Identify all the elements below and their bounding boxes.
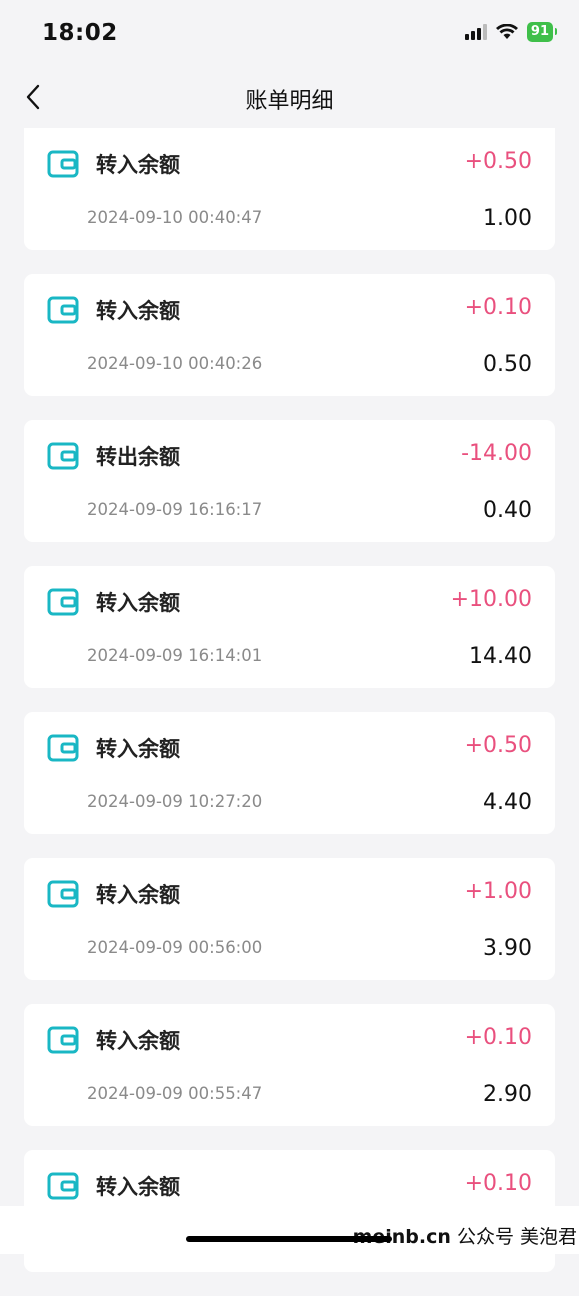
- bill-list: 转入余额 +0.50 2024-09-10 00:40:47 1.00 转入余额…: [24, 128, 555, 1296]
- nav-bar: 账单明细: [0, 70, 579, 128]
- record-amount: +1.00: [464, 879, 532, 904]
- wifi-icon: [495, 24, 518, 39]
- battery-icon: 91: [526, 22, 558, 42]
- wallet-icon: [47, 1172, 79, 1200]
- bill-record[interactable]: 转入余额 +0.50 2024-09-10 00:40:47 1.00: [24, 128, 555, 250]
- record-title: 转入余额: [96, 883, 180, 907]
- record-time: 2024-09-09 10:27:20: [87, 792, 263, 811]
- record-time: 2024-09-10 00:40:26: [87, 354, 263, 373]
- page-title: 账单明细: [245, 89, 334, 114]
- bill-record[interactable]: 转入余额 +1.00 2024-09-09 00:56:00 3.90: [24, 858, 555, 980]
- wallet-icon: [47, 734, 79, 762]
- bill-record[interactable]: 转出余额 -14.00 2024-09-09 16:16:17 0.40: [24, 420, 555, 542]
- record-title: 转入余额: [96, 737, 180, 761]
- bill-record[interactable]: 转入余额 +0.10 2024-09-10 00:40:26 0.50: [24, 274, 555, 396]
- record-amount: +0.10: [464, 1171, 532, 1196]
- record-amount: +0.50: [464, 149, 532, 174]
- record-balance: 0.40: [483, 498, 532, 523]
- status-icons: 91: [464, 22, 558, 42]
- signal-icon: [464, 24, 487, 40]
- record-title: 转入余额: [96, 1029, 180, 1053]
- home-indicator[interactable]: [186, 1236, 392, 1242]
- record-balance: 14.40: [469, 644, 532, 669]
- wallet-icon: [47, 296, 79, 324]
- wallet-icon: [47, 880, 79, 908]
- record-balance: 4.40: [483, 790, 532, 815]
- record-title: 转入余额: [96, 1175, 180, 1199]
- status-time: 18:02: [42, 20, 118, 46]
- record-amount: +10.00: [450, 587, 532, 612]
- record-amount: +0.10: [464, 295, 532, 320]
- record-balance: 0.50: [483, 352, 532, 377]
- bill-record[interactable]: 转入余额 +10.00 2024-09-09 16:14:01 14.40: [24, 566, 555, 688]
- record-amount: +0.10: [464, 1025, 532, 1050]
- status-bar: 18:02 91: [0, 0, 579, 70]
- record-time: 2024-09-09 00:55:47: [87, 1084, 263, 1103]
- record-time: 2024-09-09 16:14:01: [87, 646, 263, 665]
- record-title: 转入余额: [96, 299, 180, 323]
- wallet-icon: [47, 588, 79, 616]
- record-balance: 3.90: [483, 936, 532, 961]
- record-amount: +0.50: [464, 733, 532, 758]
- bill-record[interactable]: 转入余额 +0.10 2024-09-09 00:55:47 2.90: [24, 1004, 555, 1126]
- record-time: 2024-09-09 16:16:17: [87, 500, 263, 519]
- record-amount: -14.00: [461, 441, 532, 466]
- record-balance: 1.00: [483, 206, 532, 231]
- record-time: 2024-09-10 00:40:47: [87, 208, 263, 227]
- wallet-icon: [47, 442, 79, 470]
- wallet-icon: [47, 150, 79, 178]
- wallet-icon: [47, 1026, 79, 1054]
- record-time: 2024-09-09 00:56:00: [87, 938, 263, 957]
- record-balance: 2.90: [483, 1082, 532, 1107]
- watermark-text: 公众号 美泡君: [456, 1226, 577, 1248]
- record-title: 转出余额: [96, 445, 180, 469]
- record-title: 转入余额: [96, 153, 180, 177]
- bill-record[interactable]: 转入余额 +0.50 2024-09-09 10:27:20 4.40: [24, 712, 555, 834]
- record-title: 转入余额: [96, 591, 180, 615]
